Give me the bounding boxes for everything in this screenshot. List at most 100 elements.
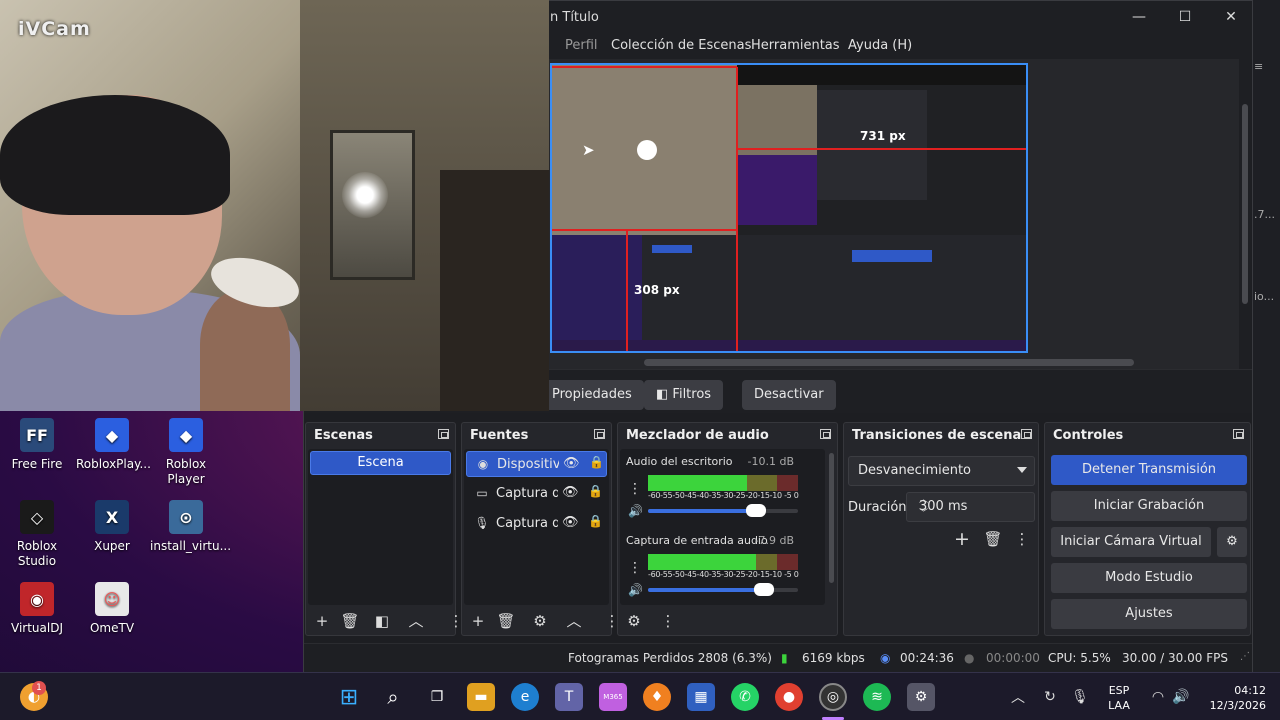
source-name: Captura d (496, 486, 558, 501)
speaker-icon[interactable]: 🔊 (628, 583, 643, 597)
notification-badge: 1 (32, 681, 46, 695)
undock-icon[interactable] (1021, 429, 1032, 439)
preview-vertical-scrollbar[interactable] (1239, 59, 1251, 369)
add-icon[interactable]: + (312, 612, 332, 630)
source-item-audio[interactable]: 🎙 Captura d 👁 🔒 (466, 511, 607, 537)
channel-menu-icon[interactable]: ⋮ (628, 560, 642, 576)
windows-start-icon[interactable]: ⊞ (335, 683, 363, 711)
more-icon[interactable]: ⋮ (658, 612, 678, 630)
lock-icon[interactable]: 🔒 (588, 514, 603, 528)
task-view-icon[interactable]: ❐ (423, 683, 451, 711)
desktop-icon-virtualdj[interactable]: ◉ VirtualDJ (1, 582, 73, 636)
chevron-up-icon[interactable]: ︿ (1004, 683, 1032, 711)
file-explorer-icon[interactable]: ▬ (467, 683, 495, 711)
channel-db: -7.9 dB (754, 534, 795, 547)
settings-gear-icon[interactable]: ⚙ (907, 683, 935, 711)
cam-second-person (200, 290, 290, 411)
teams-icon[interactable]: T (555, 683, 583, 711)
settings-button[interactable]: Ajustes (1051, 599, 1247, 629)
minimize-button[interactable]: — (1116, 1, 1162, 33)
sync-icon[interactable]: ↻ (1036, 683, 1064, 711)
edge-icon[interactable]: e (511, 683, 539, 711)
ivcam-logo: iVCam (18, 18, 91, 40)
preview-canvas[interactable]: 731 px 308 px ➤ (550, 63, 1028, 353)
menu-ayuda[interactable]: Ayuda (H) (848, 38, 912, 53)
desktop-icon-roblox-studio[interactable]: ◇ Roblox Studio (1, 500, 73, 569)
source-item-camera[interactable]: ◉ Dispositiv 👁 🔒 (466, 451, 607, 477)
menu-herramientas[interactable]: Herramientas (751, 38, 840, 53)
desktop-icon-label: RobloxPlay... (76, 457, 151, 471)
trash-icon[interactable]: 🗑 (496, 612, 516, 630)
mixer-scrollbar[interactable] (829, 453, 834, 583)
brave-icon[interactable]: ♦ (643, 683, 671, 711)
whatsapp-icon[interactable]: ✆ (731, 683, 759, 711)
properties-button[interactable]: Propiedades (540, 380, 644, 410)
volume-slider[interactable] (648, 583, 798, 596)
studio-mode-button[interactable]: Modo Estudio (1051, 563, 1247, 593)
add-icon[interactable]: + (468, 612, 488, 630)
start-virtual-camera-button[interactable]: Iniciar Cámara Virtual (1051, 527, 1211, 557)
gear-icon[interactable]: ⚙ (530, 612, 550, 630)
store-icon[interactable]: ▦ (687, 683, 715, 711)
resize-grip-icon[interactable]: ⋰ (1240, 651, 1250, 662)
lock-icon[interactable]: 🔒 (589, 455, 604, 469)
deactivate-button[interactable]: Desactivar (742, 380, 836, 410)
m365-icon[interactable]: M365 (599, 683, 627, 711)
volume-icon[interactable]: 🔊 (1167, 683, 1195, 711)
undock-icon[interactable] (438, 429, 449, 439)
move-up-icon[interactable]: ︿ (406, 612, 426, 630)
transition-select[interactable]: Desvanecimiento (848, 456, 1035, 486)
speaker-icon[interactable]: 🔊 (628, 504, 643, 518)
eye-icon[interactable]: 👁 (562, 485, 579, 500)
filters-button[interactable]: ◧ Filtros (644, 380, 724, 410)
eye-icon[interactable]: 👁 (562, 515, 579, 530)
search-icon[interactable]: ⌕ (379, 683, 407, 711)
undock-icon[interactable] (594, 429, 605, 439)
menu-coleccion-escenas[interactable]: Colección de Escenas (611, 38, 751, 53)
chrome-icon[interactable]: ● (775, 683, 803, 711)
obs-taskbar-icon[interactable]: ◎ (819, 683, 847, 711)
trash-icon[interactable]: 🗑 (983, 530, 1003, 548)
trash-icon[interactable]: 🗑 (340, 612, 360, 630)
desktop-icon-free-fire[interactable]: FF Free Fire (1, 418, 73, 472)
desktop-icon-roblox-player[interactable]: ◆ Roblox Player (150, 418, 222, 487)
add-icon[interactable]: + (952, 530, 972, 549)
virtual-camera-settings-gear-icon[interactable]: ⚙ (1217, 527, 1247, 557)
sources-dock: Fuentes ◉ Dispositiv 👁 🔒 ▭ Captura d 👁 🔒… (461, 422, 620, 636)
spin-arrows-icon[interactable]: ︿ ﹀ (919, 493, 1028, 521)
scene-filters-icon[interactable]: ◧ (372, 612, 392, 630)
eye-icon[interactable]: 👁 (563, 456, 580, 471)
desktop-icon-xuper[interactable]: X Xuper (76, 500, 148, 554)
controls-title: Controles (1053, 428, 1124, 443)
spotify-icon[interactable]: ≋ (863, 683, 891, 711)
move-up-icon[interactable]: ︿ (564, 612, 584, 630)
filters-label: Filtros (672, 387, 712, 402)
volume-slider[interactable] (648, 504, 798, 517)
source-item-display[interactable]: ▭ Captura d 👁 🔒 (466, 481, 607, 507)
slider-knob[interactable] (753, 583, 774, 596)
duration-input[interactable]: 300 ms ︿ ﹀ (906, 492, 1035, 522)
desktop-icon-ometv[interactable]: ☺ OmeTV (76, 582, 148, 636)
maximize-button[interactable]: ☐ (1162, 1, 1208, 33)
desktop-icon-robloxplayer-1[interactable]: ◆ RobloxPlay... (76, 418, 151, 472)
channel-menu-icon[interactable]: ⋮ (628, 481, 642, 497)
microphone-tray-icon[interactable]: 🎙 (1066, 683, 1094, 711)
clock[interactable]: 04:12 12/3/2026 (1196, 683, 1266, 713)
source-name: Captura d (496, 516, 558, 531)
undock-icon[interactable] (1233, 429, 1244, 439)
menu-perfil[interactable]: Perfil (565, 38, 598, 53)
desktop-icon-install-virtual[interactable]: ⊙ install_virtu... (150, 500, 231, 554)
lock-icon[interactable]: 🔒 (588, 484, 603, 498)
start-recording-button[interactable]: Iniciar Grabación (1051, 491, 1247, 521)
slider-knob[interactable] (746, 504, 766, 517)
advanced-audio-icon[interactable]: ⚙ (624, 612, 644, 630)
preview-horizontal-scrollbar[interactable] (644, 359, 1134, 366)
language-indicator[interactable]: ESP LAA (1103, 683, 1135, 713)
stop-streaming-button[interactable]: Detener Transmisión (1051, 455, 1247, 485)
close-button[interactable]: ✕ (1208, 1, 1254, 33)
bitrate: 6169 kbps (802, 651, 865, 665)
more-icon[interactable]: ⋮ (1012, 530, 1032, 548)
scene-item[interactable]: Escena (310, 451, 451, 475)
free-fire-icon: FF (20, 418, 54, 452)
undock-icon[interactable] (820, 429, 831, 439)
